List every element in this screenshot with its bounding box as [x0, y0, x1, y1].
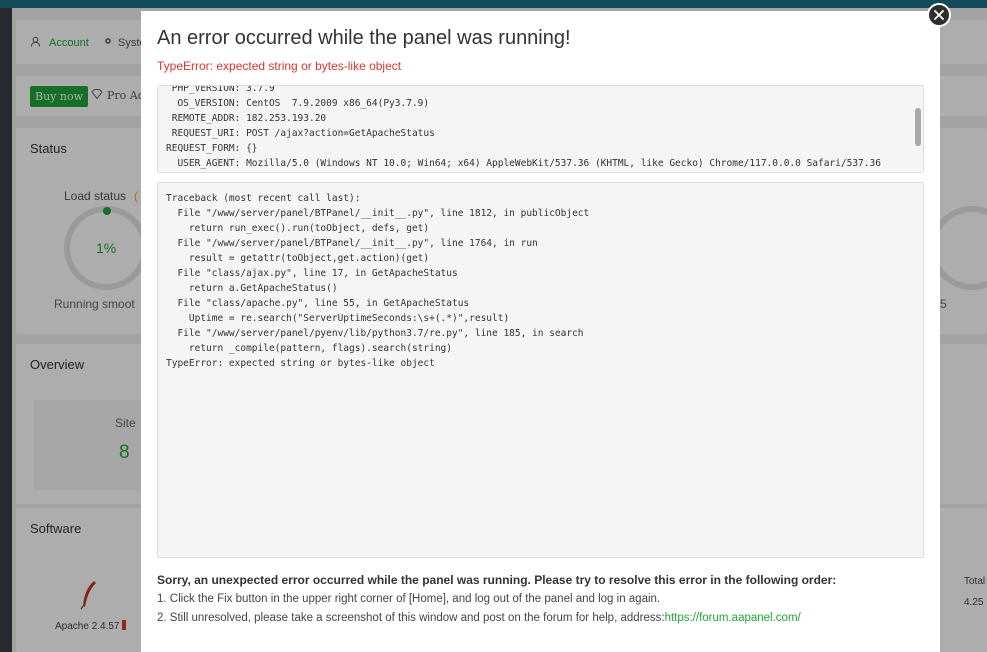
help-step-1: 1. Click the Fix button in the upper rig… — [157, 593, 661, 605]
env-line: USER_AGENT: Mozilla/5.0 (Windows NT 10.0… — [166, 158, 881, 169]
traceback-line: return a.GetApacheStatus() — [166, 283, 338, 294]
traceback-line: return run_exec().run(toObject, defs, ge… — [166, 223, 430, 234]
traceback-line: File "/www/server/panel/BTPanel/__init__… — [166, 238, 538, 249]
error-message: TypeError: expected string or bytes-like… — [157, 59, 402, 73]
traceback-line: Uptime = re.search("ServerUptimeSeconds:… — [166, 313, 510, 324]
traceback-line: return _compile(pattern, flags).search(s… — [166, 343, 452, 354]
env-line: OS_VERSION: CentOS 7.9.2009 x86_64(Py3.7… — [166, 98, 430, 109]
traceback-line: File "class/apache.py", line 55, in GetA… — [166, 298, 470, 309]
env-line: REQUEST_FORM: {} — [166, 143, 258, 154]
env-line: PHP_VERSION: 3.7.9 — [166, 85, 275, 94]
scrollbar-thumb[interactable] — [915, 108, 921, 146]
traceback-line: result = getattr(toObject,get.action)(ge… — [166, 253, 430, 264]
traceback-line: TypeError: expected string or bytes-like… — [166, 358, 435, 369]
forum-link[interactable]: https://forum.aapanel.com/ — [665, 612, 801, 624]
dialog-title: An error occurred while the panel was ru… — [157, 27, 571, 49]
traceback-box[interactable]: Traceback (most recent call last): File … — [157, 182, 924, 558]
traceback-line: Traceback (most recent call last): — [166, 193, 361, 204]
env-line: REQUEST_URI: POST /ajax?action=GetApache… — [166, 128, 435, 139]
traceback-line: File "/www/server/panel/pyenv/lib/python… — [166, 328, 584, 339]
help-title: Sorry, an unexpected error occurred whil… — [157, 573, 837, 587]
environment-lines: PHP_VERSION: 3.7.9 OS_VERSION: CentOS 7.… — [166, 85, 881, 171]
traceback-lines: Traceback (most recent call last): File … — [166, 191, 589, 371]
traceback-line: File "class/ajax.py", line 17, in GetApa… — [166, 268, 458, 279]
close-icon — [934, 10, 944, 20]
error-dialog: An error occurred while the panel was ru… — [141, 11, 940, 652]
environment-info-box[interactable]: PHP_VERSION: 3.7.9 OS_VERSION: CentOS 7.… — [157, 85, 924, 173]
help-step-2: 2. Still unresolved, please take a scree… — [157, 612, 801, 624]
help-step-2-text: 2. Still unresolved, please take a scree… — [157, 612, 665, 624]
env-line: REMOTE_ADDR: 182.253.193.20 — [166, 113, 327, 124]
traceback-line: File "/www/server/panel/BTPanel/__init__… — [166, 208, 590, 219]
close-button[interactable] — [927, 3, 951, 27]
